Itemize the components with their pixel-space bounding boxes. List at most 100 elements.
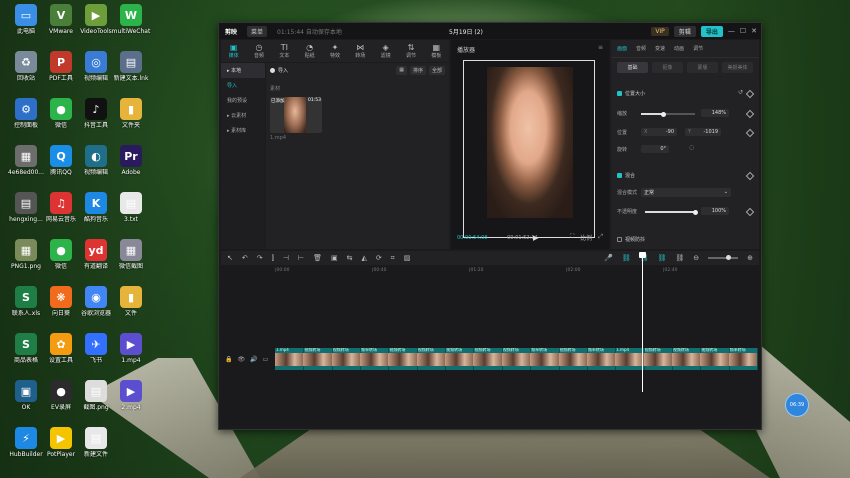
media-tool-特效[interactable]: ✦ 特效 — [322, 40, 347, 62]
rotate-value[interactable]: 0° — [641, 145, 669, 153]
filter-button[interactable]: 全部 — [428, 66, 445, 75]
sort-button[interactable]: 排序 — [409, 66, 426, 75]
project-title[interactable]: 5月19日 (2) — [449, 27, 483, 36]
timeline-clip[interactable]: 视频转场 — [643, 348, 673, 370]
track-mute-icon[interactable]: 🔊 — [250, 356, 257, 363]
zoom-knob[interactable] — [726, 255, 732, 260]
desktop-icon[interactable]: ▶ 1.mp4 — [109, 333, 153, 377]
maximize-icon[interactable]: ☐ — [740, 27, 746, 35]
properties-subtab[interactable]: 抠像 — [652, 62, 683, 73]
picture-icon[interactable]: ▨ — [404, 254, 411, 262]
undo-icon[interactable]: ↶ — [242, 254, 248, 262]
player-menu-icon[interactable]: ≡ — [598, 44, 603, 51]
opacity-value[interactable]: 100% — [701, 207, 729, 215]
zoom-in-icon[interactable]: ⊕ — [747, 254, 753, 262]
blend-mode-select[interactable]: 正常 ⌄ — [641, 188, 731, 197]
desktop-icon[interactable]: ▮ 文件 — [109, 286, 153, 330]
menu-button[interactable]: 菜单 — [247, 25, 268, 37]
reverse-icon[interactable]: ⇆ — [347, 254, 353, 262]
media-tool-调节[interactable]: ⇅ 调节 — [398, 40, 423, 62]
rotate-icon[interactable]: ⟳ — [376, 254, 382, 262]
scale-value[interactable]: 148% — [701, 109, 729, 117]
ratio-button[interactable]: 比例 — [580, 233, 592, 242]
scale-slider-knob[interactable] — [660, 111, 666, 117]
desktop-icon[interactable]: ▮ 文件夹 — [109, 98, 153, 142]
properties-tab[interactable]: 音频 — [636, 45, 646, 52]
timeline-clip[interactable]: 视频转场 — [473, 348, 503, 370]
sidebar-item[interactable]: ▸ 云素材 — [221, 108, 265, 123]
floating-timer-badge[interactable]: 06:39 — [785, 393, 809, 417]
timeline-clip[interactable]: 视频转场 — [445, 348, 475, 370]
timeline-clip[interactable]: 视频转场 — [388, 348, 418, 370]
link-icon-3[interactable]: ⛓ — [657, 254, 666, 262]
timeline-clip[interactable]: 视频转场 — [416, 348, 447, 370]
position-x-field[interactable]: X -90 — [641, 128, 677, 136]
vip-badge[interactable]: VIP — [651, 26, 669, 36]
timeline-clip[interactable]: 频率转场 — [360, 348, 390, 370]
timeline-clip[interactable]: 视频转场 — [303, 348, 333, 370]
desktop-icon[interactable]: ▤ 3.txt — [109, 192, 153, 236]
media-clip-thumbnail[interactable]: 已添加 01:53 — [270, 97, 322, 133]
timeline-clip[interactable]: 视频转场 — [671, 348, 702, 370]
link-icon-1[interactable]: ⛓ — [622, 254, 631, 262]
play-icon[interactable]: ▶ — [533, 234, 538, 242]
timeline-clip[interactable]: 频率转场 — [586, 348, 617, 370]
rotate-dial-icon[interactable]: ◌ — [689, 144, 694, 151]
properties-tab[interactable]: 调节 — [693, 45, 703, 52]
opacity-slider-knob[interactable] — [692, 209, 698, 215]
select-tool-icon[interactable]: ↖ — [227, 254, 233, 262]
split-left-icon[interactable]: ⊣ — [283, 254, 289, 262]
split-right-icon[interactable]: ⊢ — [298, 254, 304, 262]
zoom-out-icon[interactable]: ⊖ — [693, 254, 699, 262]
track-hide-icon[interactable]: 👁 — [237, 356, 245, 363]
track-lock-icon[interactable]: 🔒 — [225, 356, 232, 363]
stabilize-checkbox[interactable] — [617, 237, 622, 242]
properties-subtab[interactable]: 蒙版 — [687, 62, 718, 73]
sidebar-item[interactable]: ▸ 本地 — [221, 63, 265, 78]
media-tool-文本[interactable]: TI 文本 — [272, 40, 297, 62]
microphone-icon[interactable]: 🎤 — [604, 254, 613, 262]
properties-subtab[interactable]: 美颜美体 — [722, 62, 753, 73]
media-tool-音频[interactable]: ◷ 音频 — [246, 40, 271, 62]
timeline-clip[interactable]: 频率转场 — [728, 348, 758, 370]
blend-checkbox[interactable] — [617, 173, 622, 178]
desktop-icon[interactable]: ▤ 新建文本.lnk — [109, 51, 153, 95]
share-button[interactable]: 剪辑 — [673, 25, 696, 37]
desktop-icon[interactable]: WmultiWeChat — [109, 4, 153, 48]
properties-tab[interactable]: 动画 — [674, 45, 684, 52]
media-tool-媒体[interactable]: ▣ 媒体 — [221, 40, 246, 62]
zoom-slider[interactable] — [708, 255, 739, 260]
media-tool-贴纸[interactable]: ◔ 贴纸 — [297, 40, 322, 62]
desktop-icon[interactable]: ▤ 新建文件 — [74, 427, 118, 471]
reset-icon[interactable]: ↺ — [738, 89, 743, 96]
timeline-clip[interactable]: 视频转场 — [331, 348, 362, 370]
sidebar-item[interactable]: 我的预设 — [221, 93, 265, 108]
desktop-icon[interactable]: Pr Adobe — [109, 145, 153, 189]
media-tool-转场[interactable]: ⋈ 转场 — [348, 40, 373, 62]
timeline-clip[interactable]: 视频转场 — [558, 348, 588, 370]
minimize-icon[interactable]: — — [728, 27, 735, 35]
timeline-clip[interactable]: 1.mp4 — [275, 348, 305, 370]
timeline-clip[interactable]: 视频转场 — [501, 348, 532, 370]
timeline-clip[interactable]: 视频转场 — [700, 348, 730, 370]
view-toggle[interactable]: ▦ — [396, 66, 407, 75]
desktop-icon[interactable]: ▦ 微信截图 — [109, 239, 153, 283]
timeline-clip[interactable]: 1.mp4 — [615, 348, 645, 370]
track-cover-icon[interactable]: ▭ — [263, 356, 269, 363]
timeline-clip[interactable]: 频率转场 — [530, 348, 560, 370]
desktop-icon[interactable]: ▶ 2.mp4 — [109, 380, 153, 424]
redo-icon[interactable]: ↷ — [257, 254, 263, 262]
playhead[interactable] — [639, 252, 646, 392]
video-track[interactable]: 1.mp4 视频转场 视频转场 频率转场 视频转场 视频转场 视频转场 视频转场 视频转场 频率转… — [275, 348, 758, 370]
link-icon-4[interactable]: ⛓ — [675, 254, 684, 262]
position-y-field[interactable]: Y -1019 — [685, 128, 721, 136]
freeze-icon[interactable]: ▣ — [331, 254, 338, 262]
media-tool-滤镜[interactable]: ◈ 滤镜 — [373, 40, 398, 62]
properties-tab[interactable]: 变速 — [655, 45, 665, 52]
delete-icon[interactable]: 🗑 — [313, 254, 322, 262]
properties-subtab[interactable]: 基础 — [617, 62, 648, 73]
crop-icon[interactable]: ⌗ — [391, 254, 395, 263]
opacity-slider[interactable] — [645, 209, 698, 215]
sidebar-item[interactable]: ▸ 素材库 — [221, 123, 265, 138]
split-icon[interactable]: ⫿ — [272, 254, 274, 263]
